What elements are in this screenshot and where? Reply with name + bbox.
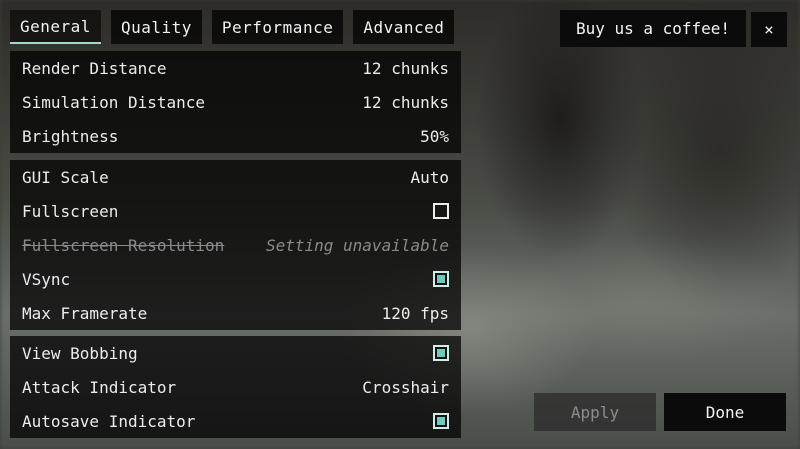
settings-group-misc: View Bobbing Attack Indicator Crosshair …: [10, 336, 461, 438]
setting-label: Fullscreen: [22, 201, 119, 221]
close-icon: ×: [764, 20, 774, 39]
tab-advanced[interactable]: Advanced: [353, 10, 455, 44]
setting-label: Max Framerate: [22, 303, 148, 323]
setting-value: 12 chunks: [362, 58, 449, 78]
setting-label: Render Distance: [22, 58, 167, 78]
setting-value: Setting unavailable: [265, 235, 449, 255]
setting-value: Auto: [410, 167, 449, 187]
setting-label: Attack Indicator: [22, 377, 177, 397]
setting-gui-scale[interactable]: GUI Scale Auto: [22, 160, 449, 194]
setting-label: View Bobbing: [22, 343, 138, 363]
setting-label: Simulation Distance: [22, 92, 206, 112]
setting-max-framerate[interactable]: Max Framerate 120 fps: [22, 296, 449, 330]
view-bobbing-checkbox[interactable]: [433, 345, 449, 361]
setting-simulation-distance[interactable]: Simulation Distance 12 chunks: [22, 85, 449, 119]
settings-tabs: General Quality Performance Advanced: [10, 10, 455, 44]
setting-label: Fullscreen Resolution: [22, 235, 225, 255]
tab-general[interactable]: General: [10, 10, 101, 44]
setting-fullscreen[interactable]: Fullscreen: [22, 194, 449, 228]
settings-group-display: GUI Scale Auto Fullscreen Fullscreen Res…: [10, 160, 461, 330]
buy-coffee-button[interactable]: Buy us a coffee!: [560, 10, 746, 47]
done-button[interactable]: Done: [664, 393, 786, 431]
setting-view-bobbing[interactable]: View Bobbing: [22, 336, 449, 370]
setting-value: 120 fps: [381, 303, 449, 323]
setting-label: VSync: [22, 269, 71, 289]
setting-attack-indicator[interactable]: Attack Indicator Crosshair: [22, 370, 449, 404]
setting-label: GUI Scale: [22, 167, 109, 187]
setting-render-distance[interactable]: Render Distance 12 chunks: [22, 51, 449, 85]
tab-performance[interactable]: Performance: [211, 10, 344, 44]
vsync-checkbox[interactable]: [433, 271, 449, 287]
setting-brightness[interactable]: Brightness 50%: [22, 119, 449, 153]
setting-fullscreen-resolution: Fullscreen Resolution Setting unavailabl…: [22, 228, 449, 262]
setting-label: Brightness: [22, 126, 119, 146]
setting-value: 50%: [420, 126, 449, 146]
apply-button[interactable]: Apply: [534, 393, 656, 431]
setting-value: 12 chunks: [362, 92, 449, 112]
settings-group-view: Render Distance 12 chunks Simulation Dis…: [10, 51, 461, 153]
setting-value: Crosshair: [362, 377, 449, 397]
setting-vsync[interactable]: VSync: [22, 262, 449, 296]
close-button[interactable]: ×: [751, 12, 787, 47]
fullscreen-checkbox[interactable]: [433, 203, 449, 219]
setting-label: Autosave Indicator: [22, 411, 196, 431]
setting-autosave-indicator[interactable]: Autosave Indicator: [22, 404, 449, 438]
tab-quality[interactable]: Quality: [110, 10, 202, 44]
autosave-indicator-checkbox[interactable]: [433, 413, 449, 429]
